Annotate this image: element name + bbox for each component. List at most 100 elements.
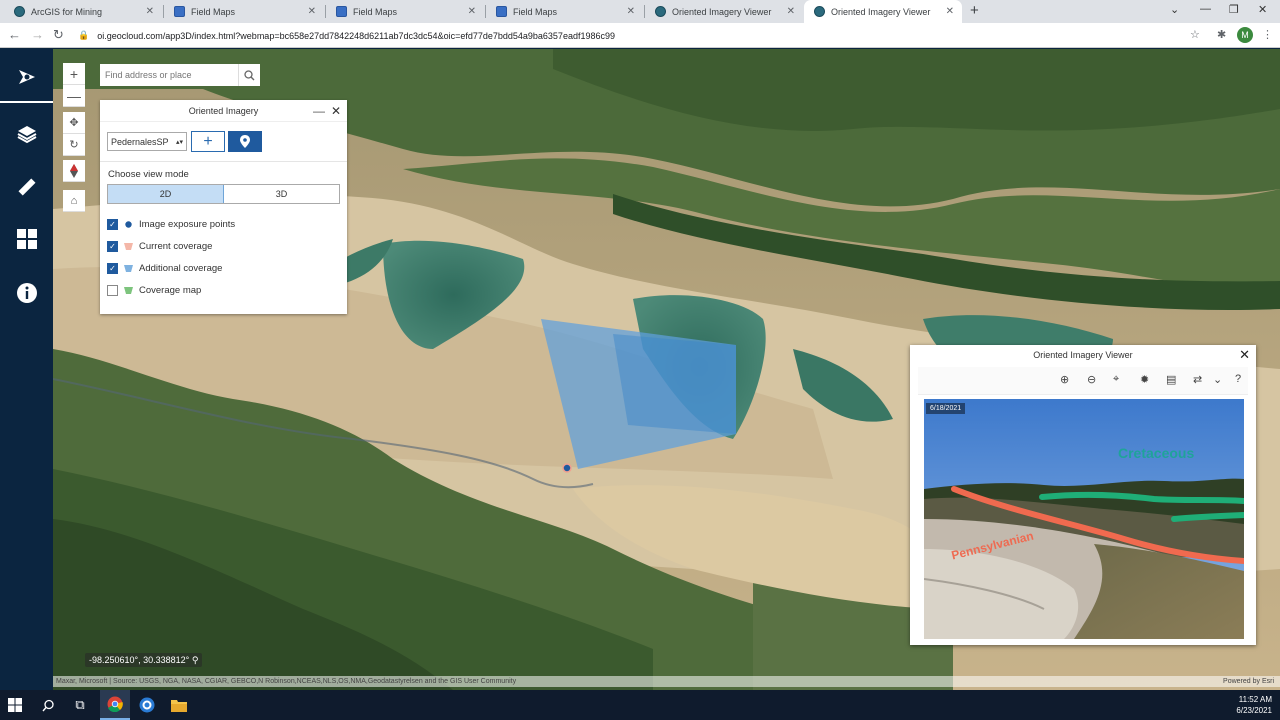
panel-header: Oriented Imagery — ✕ xyxy=(100,100,347,122)
swap-icon[interactable]: ⇄ xyxy=(1193,373,1202,386)
close-icon[interactable]: ✕ xyxy=(1239,347,1250,363)
app-icon[interactable] xyxy=(132,690,162,720)
browser-tab[interactable]: ArcGIS for Mining ✕ xyxy=(4,0,162,23)
clock-date: 6/23/2021 xyxy=(1236,706,1272,715)
map-pin-icon: ⚲ xyxy=(191,655,199,665)
image-exposure-point xyxy=(562,463,572,473)
window-close-icon[interactable]: ✕ xyxy=(1258,3,1267,16)
globe-icon xyxy=(655,6,666,17)
point-symbol-icon xyxy=(125,220,132,228)
rotate-icon[interactable]: ↻ xyxy=(63,134,85,156)
map-pin-button[interactable] xyxy=(228,131,262,152)
brightness-icon[interactable]: ✹ xyxy=(1140,373,1149,386)
close-icon[interactable]: ✕ xyxy=(787,6,795,17)
minimize-icon[interactable]: — xyxy=(1200,3,1211,15)
pan-icon[interactable]: ✥ xyxy=(63,112,85,134)
layers-icon[interactable] xyxy=(0,109,53,159)
basemap-gallery-icon[interactable] xyxy=(0,214,53,264)
zoom-out-button[interactable]: — xyxy=(63,85,85,107)
chevron-down-icon[interactable]: ⌄ xyxy=(1213,373,1222,386)
close-icon[interactable]: ✕ xyxy=(468,6,476,17)
checkbox[interactable] xyxy=(107,284,118,296)
powered-by-esri[interactable]: Powered by Esri xyxy=(1223,676,1274,687)
close-icon[interactable]: ✕ xyxy=(146,6,154,17)
maximize-icon[interactable]: ❐ xyxy=(1229,3,1239,16)
close-icon[interactable]: ✕ xyxy=(308,6,316,17)
image-enhance-icon[interactable]: ▤ xyxy=(1166,373,1176,386)
info-icon[interactable] xyxy=(0,268,53,318)
tab-title: ArcGIS for Mining xyxy=(31,6,103,17)
plus-icon: + xyxy=(203,132,213,150)
panel-title: Oriented Imagery xyxy=(188,106,259,116)
address-bar: ← → ↻ 🔒 oi.geocloud.com/app3D/index.html… xyxy=(0,23,1280,48)
search-icon[interactable] xyxy=(33,690,63,720)
tab-title: Field Maps xyxy=(191,6,236,17)
extensions-icon[interactable]: ✱ xyxy=(1217,28,1226,41)
minimize-icon[interactable]: — xyxy=(313,100,325,122)
browser-tab[interactable]: Field Maps ✕ xyxy=(486,0,643,23)
reload-icon[interactable]: ↻ xyxy=(53,27,64,43)
url-field[interactable]: 🔒 oi.geocloud.com/app3D/index.html?webma… xyxy=(74,26,1208,45)
oriented-imagery-panel: Oriented Imagery — ✕ PedernalesSP ▴▾ + C… xyxy=(100,100,347,314)
measure-icon[interactable] xyxy=(0,162,53,212)
photo-date-badge: 6/18/2021 xyxy=(926,403,966,414)
oriented-image[interactable]: 6/18/2021 Cretaceous Pennsylvanian xyxy=(924,399,1244,639)
help-icon[interactable]: ? xyxy=(1235,373,1241,385)
checkbox[interactable]: ✓ xyxy=(107,240,118,252)
tab-title: Field Maps xyxy=(513,6,558,17)
tab-search-icon[interactable]: ⌄ xyxy=(1170,3,1179,16)
map-icon xyxy=(336,6,347,17)
polygon-symbol-icon xyxy=(124,242,133,250)
view-mode-3d[interactable]: 3D xyxy=(224,185,339,203)
chrome-icon[interactable] xyxy=(100,690,130,720)
globe-icon xyxy=(814,6,825,17)
windows-start-icon[interactable] xyxy=(0,690,30,720)
add-image-button[interactable]: + xyxy=(191,131,225,152)
close-icon[interactable]: ✕ xyxy=(627,6,635,17)
search-icon[interactable] xyxy=(238,64,260,86)
layer-toggle-current-coverage[interactable]: ✓ Current coverage xyxy=(107,239,212,253)
app-sidebar xyxy=(0,49,53,690)
close-icon[interactable]: ✕ xyxy=(331,100,341,122)
forward-icon[interactable]: → xyxy=(31,27,44,42)
center-icon[interactable]: ⌖ xyxy=(1113,373,1119,386)
layer-select[interactable]: PedernalesSP ▴▾ xyxy=(107,132,187,151)
layer-label: Coverage map xyxy=(139,284,202,296)
layer-toggle-additional-coverage[interactable]: ✓ Additional coverage xyxy=(107,261,222,275)
home-icon[interactable]: ⌂ xyxy=(63,190,85,212)
file-explorer-icon[interactable] xyxy=(164,690,194,720)
view-mode-2d[interactable]: 2D xyxy=(108,185,224,203)
oriented-imagery-icon[interactable] xyxy=(0,53,53,103)
checkbox[interactable]: ✓ xyxy=(107,262,118,274)
compass-icon[interactable] xyxy=(63,160,85,182)
viewer-toolbar: ⊕ ⊖ ⌖ ✹ ▤ ⇄ ⌄ ? xyxy=(918,367,1248,395)
search-input[interactable] xyxy=(100,64,238,86)
view-mode-label: Choose view mode xyxy=(108,169,189,180)
system-clock[interactable]: 11:52 AM 6/23/2021 xyxy=(1236,694,1272,716)
map-pin-icon xyxy=(240,135,250,148)
zoom-in-icon[interactable]: ⊕ xyxy=(1060,373,1069,386)
layer-toggle-exposure-points[interactable]: ✓ Image exposure points xyxy=(107,217,235,231)
bookmark-star-icon[interactable]: ☆ xyxy=(1190,28,1200,41)
layer-label: Additional coverage xyxy=(139,262,223,274)
layer-toggle-coverage-map[interactable]: Coverage map xyxy=(107,283,201,297)
checkbox[interactable]: ✓ xyxy=(107,218,118,230)
browser-tab-bar: ArcGIS for Mining ✕ Field Maps ✕ Field M… xyxy=(0,0,1280,23)
profile-avatar[interactable]: M xyxy=(1237,27,1253,43)
zoom-in-button[interactable]: + xyxy=(63,63,85,85)
layer-select-value: PedernalesSP xyxy=(111,136,169,147)
browser-tab[interactable]: Oriented Imagery Viewer ✕ xyxy=(645,0,803,23)
new-tab-icon[interactable]: + xyxy=(970,2,979,19)
annotation-cretaceous: Cretaceous xyxy=(1118,445,1195,461)
back-icon[interactable]: ← xyxy=(8,27,21,42)
task-view-icon[interactable]: ⧉ xyxy=(65,690,95,720)
browser-tab[interactable]: Field Maps ✕ xyxy=(326,0,484,23)
browser-tab-active[interactable]: Oriented Imagery Viewer ✕ xyxy=(804,0,962,23)
menu-icon[interactable]: ⋮ xyxy=(1262,28,1273,41)
browser-tab[interactable]: Field Maps ✕ xyxy=(164,0,324,23)
close-icon[interactable]: ✕ xyxy=(946,6,954,17)
tab-title: Oriented Imagery Viewer xyxy=(672,6,772,17)
windows-taskbar: ⧉ 11:52 AM 6/23/2021 xyxy=(0,690,1280,720)
map-attribution: Maxar, Microsoft | Source: USGS, NGA, NA… xyxy=(53,676,1280,687)
zoom-out-icon[interactable]: ⊖ xyxy=(1087,373,1096,386)
